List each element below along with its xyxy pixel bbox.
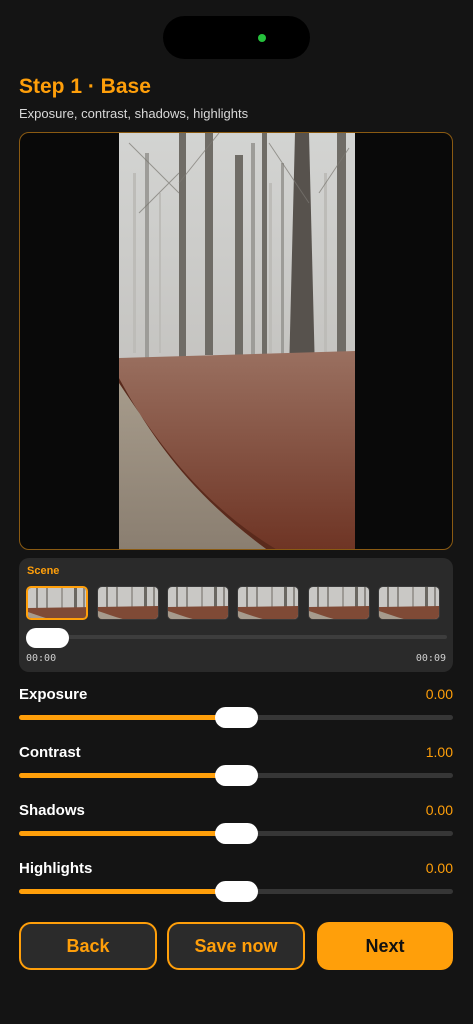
scrubber-handle[interactable]	[26, 628, 69, 648]
exposure-label: Exposure	[19, 686, 88, 703]
highlights-slider-fill	[19, 889, 236, 894]
scene-thumb-3[interactable]	[167, 586, 229, 620]
shadows-label: Shadows	[19, 802, 85, 819]
highlights-slider-handle[interactable]	[215, 881, 258, 902]
contrast-slider[interactable]	[19, 765, 453, 786]
exposure-value: 0.00	[425, 686, 453, 702]
exposure-slider-fill	[19, 715, 236, 720]
video-preview[interactable]	[19, 132, 453, 550]
camera-indicator-dot	[258, 34, 266, 42]
scene-label: Scene	[27, 565, 60, 577]
end-time: 00:09	[415, 653, 446, 664]
highlights-label: Highlights	[19, 860, 93, 877]
shadows-slider[interactable]	[19, 823, 453, 844]
scene-thumb-6[interactable]	[378, 586, 440, 620]
scene-thumb-4[interactable]	[237, 586, 299, 620]
scene-panel: Scene 00:00 00:09	[19, 558, 453, 672]
save-now-button[interactable]: Save now	[167, 922, 305, 970]
shadows-slider-handle[interactable]	[215, 823, 258, 844]
dynamic-island	[163, 16, 310, 59]
highlights-slider[interactable]	[19, 881, 453, 902]
start-time: 00:00	[26, 653, 57, 664]
contrast-slider-fill	[19, 773, 236, 778]
page-subtitle: Exposure, contrast, shadows, highlights	[19, 106, 249, 121]
highlights-value: 0.00	[425, 860, 453, 876]
page-title: Step 1 · Base	[19, 75, 151, 98]
shadows-slider-fill	[19, 831, 236, 836]
contrast-slider-handle[interactable]	[215, 765, 258, 786]
scene-thumb-2[interactable]	[97, 586, 159, 620]
exposure-slider[interactable]	[19, 707, 453, 728]
scrubber-track[interactable]	[27, 635, 447, 639]
foggy-forest-photo	[119, 133, 355, 549]
scene-thumb-1[interactable]	[26, 586, 88, 620]
contrast-label: Contrast	[19, 744, 81, 761]
back-button[interactable]: Back	[19, 922, 157, 970]
contrast-value: 1.00	[425, 744, 453, 760]
scene-thumb-5[interactable]	[308, 586, 370, 620]
shadows-value: 0.00	[425, 802, 453, 818]
next-button[interactable]: Next	[317, 922, 453, 970]
exposure-slider-handle[interactable]	[215, 707, 258, 728]
